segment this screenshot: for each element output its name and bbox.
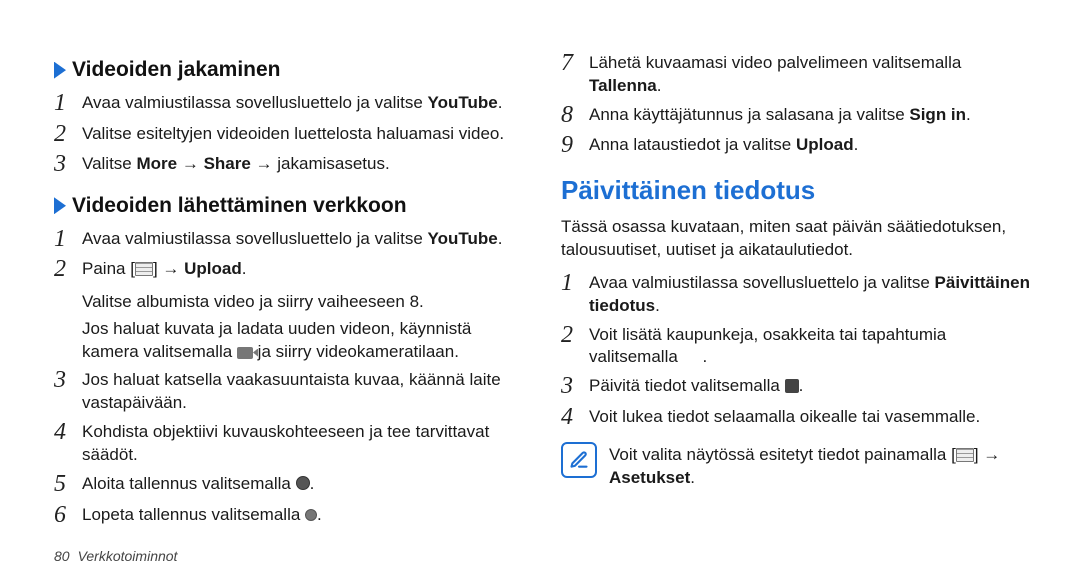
step-text: Päivitä tiedot valitsemalla . — [589, 373, 1032, 398]
step: 5 Aloita tallennus valitsemalla . — [54, 471, 525, 497]
steps-share: 1 Avaa valmiustilassa sovellusluettelo j… — [54, 90, 525, 181]
steps-upload-cont: 3 Jos haluat katsella vaakasuuntaista ku… — [54, 367, 525, 532]
step-number: 1 — [54, 226, 82, 252]
step: 1 Avaa valmiustilassa sovellusluettelo j… — [561, 270, 1032, 318]
step-subtext: Jos haluat kuvata ja ladata uuden videon… — [82, 318, 525, 364]
stop-icon — [305, 509, 317, 521]
step-text: Valitse More → Share → jakamisasetus. — [82, 151, 525, 176]
step-number: 6 — [54, 502, 82, 528]
footer: 80 Verkkotoiminnot — [54, 547, 177, 566]
step-number: 3 — [54, 367, 82, 393]
left-column: Videoiden jakaminen 1 Avaa valmiustilass… — [54, 50, 525, 556]
step: 9 Anna lataustiedot ja valitse Upload. — [561, 132, 1032, 158]
step-text: Lähetä kuvaamasi video palvelimeen valit… — [589, 50, 1032, 98]
step: 4 Kohdista objektiivi kuvauskohteeseen j… — [54, 419, 525, 467]
step-number: 5 — [54, 471, 82, 497]
step-number: 2 — [54, 121, 82, 147]
step: 3 Jos haluat katsella vaakasuuntaista ku… — [54, 367, 525, 415]
step: 2 Paina [] → Upload. — [54, 256, 525, 282]
step-number: 7 — [561, 50, 589, 76]
step: 6 Lopeta tallennus valitsemalla . — [54, 502, 525, 528]
chevron-right-icon — [54, 197, 66, 214]
step-number: 4 — [561, 404, 589, 430]
step-text: Avaa valmiustilassa sovellusluettelo ja … — [82, 226, 525, 251]
step: 7 Lähetä kuvaamasi video palvelimeen val… — [561, 50, 1032, 98]
intro-text: Tässä osassa kuvataan, miten saat päivän… — [561, 216, 1032, 262]
step: 4 Voit lukea tiedot selaamalla oikealle … — [561, 404, 1032, 430]
step-text: Aloita tallennus valitsemalla . — [82, 471, 525, 496]
steps-daily: 1 Avaa valmiustilassa sovellusluettelo j… — [561, 270, 1032, 435]
step-text: Anna käyttäjätunnus ja salasana ja valit… — [589, 102, 1032, 127]
placeholder-icon — [683, 350, 703, 364]
subheading-share-videos: Videoiden jakaminen — [54, 56, 525, 84]
step-number: 4 — [54, 419, 82, 445]
camera-icon — [237, 347, 253, 359]
step-number: 9 — [561, 132, 589, 158]
step-text: Voit lisätä kaupunkeja, osakkeita tai ta… — [589, 322, 1032, 370]
step: 1 Avaa valmiustilassa sovellusluettelo j… — [54, 90, 525, 116]
record-icon — [296, 476, 310, 490]
step-text: Jos haluat katsella vaakasuuntaista kuva… — [82, 367, 525, 415]
step: 2 Voit lisätä kaupunkeja, osakkeita tai … — [561, 322, 1032, 370]
chapter-name: Verkkotoiminnot — [78, 547, 178, 566]
subheading-upload-videos: Videoiden lähettäminen verkkoon — [54, 192, 525, 220]
subheading-text: Videoiden lähettäminen verkkoon — [72, 192, 407, 220]
step: 3 Päivitä tiedot valitsemalla . — [561, 373, 1032, 399]
step-text: Valitse esiteltyjen videoiden luettelost… — [82, 121, 525, 146]
page: Videoiden jakaminen 1 Avaa valmiustilass… — [0, 0, 1080, 586]
menu-icon — [135, 262, 153, 276]
step-text: Avaa valmiustilassa sovellusluettelo ja … — [82, 90, 525, 115]
steps-upload-cont2: 7 Lähetä kuvaamasi video palvelimeen val… — [561, 50, 1032, 163]
step-text: Avaa valmiustilassa sovellusluettelo ja … — [589, 270, 1032, 318]
note-icon — [561, 442, 597, 478]
step-text: Voit lukea tiedot selaamalla oikealle ta… — [589, 404, 1032, 429]
step-number: 3 — [54, 151, 82, 177]
step-text: Anna lataustiedot ja valitse Upload. — [589, 132, 1032, 157]
step: 3 Valitse More → Share → jakamisasetus. — [54, 151, 525, 177]
step-text: Paina [] → Upload. — [82, 256, 525, 281]
note: Voit valita näytössä esitetyt tiedot pai… — [561, 442, 1032, 490]
step-subtext: Valitse albumista video ja siirry vaihee… — [82, 291, 525, 314]
step-number: 3 — [561, 373, 589, 399]
steps-upload: 1 Avaa valmiustilassa sovellusluettelo j… — [54, 226, 525, 287]
section-heading: Päivittäinen tiedotus — [561, 173, 1032, 208]
step: 8 Anna käyttäjätunnus ja salasana ja val… — [561, 102, 1032, 128]
step-number: 1 — [561, 270, 589, 296]
menu-icon — [956, 448, 974, 462]
step-text: Lopeta tallennus valitsemalla . — [82, 502, 525, 527]
subheading-text: Videoiden jakaminen — [72, 56, 281, 84]
step: 1 Avaa valmiustilassa sovellusluettelo j… — [54, 226, 525, 252]
step-number: 1 — [54, 90, 82, 116]
page-number: 80 — [54, 547, 70, 566]
step-number: 8 — [561, 102, 589, 128]
step-number: 2 — [54, 256, 82, 282]
refresh-icon — [785, 379, 799, 393]
step-number: 2 — [561, 322, 589, 348]
right-column: 7 Lähetä kuvaamasi video palvelimeen val… — [561, 50, 1032, 556]
step-text: Kohdista objektiivi kuvauskohteeseen ja … — [82, 419, 525, 467]
note-text: Voit valita näytössä esitetyt tiedot pai… — [609, 442, 1032, 490]
chevron-right-icon — [54, 62, 66, 79]
step: 2 Valitse esiteltyjen videoiden luettelo… — [54, 121, 525, 147]
